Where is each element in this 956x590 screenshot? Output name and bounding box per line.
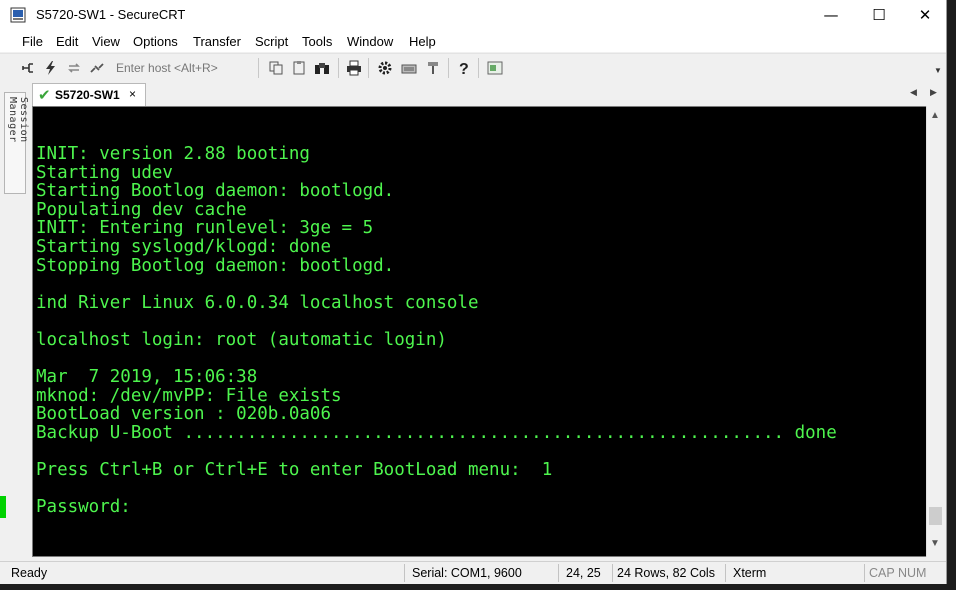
menu-help[interactable]: Help (409, 34, 436, 49)
status-emulation: Xterm (733, 566, 767, 580)
disconnect-icon[interactable] (89, 60, 105, 76)
session-manager-label: Session Manager (7, 97, 29, 143)
connect-icon[interactable] (20, 60, 36, 76)
sftp-icon[interactable] (425, 60, 441, 76)
toolbar-divider (338, 58, 339, 78)
toolbar-divider (258, 58, 259, 78)
session-manager-panel: Session Manager (0, 82, 29, 562)
terminal-line: BootLoad version : 020b.0a06 (36, 404, 332, 425)
menu-view[interactable]: View (92, 34, 120, 49)
scrollbar-thumb[interactable] (929, 507, 942, 525)
terminal-scrollbar[interactable]: ▲ ▼ (926, 106, 944, 557)
tab-scroll-right-icon[interactable]: ▶ (930, 87, 937, 98)
terminal-line: Starting syslogd/klogd: done (36, 236, 332, 257)
session-tab-bar: ✔ S5720-SW1 × ◀ ▶ (28, 82, 946, 106)
status-caps-lock: CAP (869, 566, 895, 580)
window-title: S5720-SW1 - SecureCRT (36, 7, 186, 22)
menu-edit[interactable]: Edit (56, 34, 78, 49)
svg-text:?: ? (459, 61, 469, 76)
print-icon[interactable] (346, 60, 362, 76)
terminal-line: Password: (36, 497, 131, 518)
terminal-line: Mar 7 2019, 15:06:38 (36, 367, 258, 388)
terminal-line: ind River Linux 6.0.0.34 localhost conso… (36, 292, 479, 313)
menu-file[interactable]: File (22, 34, 43, 49)
host-input[interactable]: Enter host <Alt+R> (110, 59, 256, 77)
toolbar-divider (478, 58, 479, 78)
title-bar[interactable]: S5720-SW1 - SecureCRT — ☐ ✕ (0, 0, 946, 30)
toolbar-divider (368, 58, 369, 78)
securecrt-app-icon (10, 7, 26, 23)
settings-icon[interactable] (377, 60, 393, 76)
menu-options[interactable]: Options (133, 34, 178, 49)
status-divider (725, 564, 726, 582)
keymap-icon[interactable] (401, 60, 417, 76)
scroll-up-icon[interactable]: ▲ (930, 110, 940, 121)
status-divider (612, 564, 613, 582)
tab-close-icon[interactable]: × (129, 87, 136, 101)
status-bar: Ready Serial: COM1, 9600 24, 25 24 Rows,… (0, 561, 946, 584)
terminal-line: Press Ctrl+B or Ctrl+E to enter BootLoad… (36, 460, 553, 481)
toolbar-overflow-icon[interactable]: ▼ (934, 66, 942, 75)
tab-s5720-sw1[interactable]: ✔ S5720-SW1 × (32, 83, 146, 106)
tab-label: S5720-SW1 (55, 88, 120, 102)
status-divider (558, 564, 559, 582)
copy-icon[interactable] (268, 60, 284, 76)
help-icon[interactable]: ? (456, 60, 472, 76)
menu-bar: File Edit View Options Transfer Script T… (0, 30, 946, 52)
terminal-line: Stopping Bootlog daemon: bootlogd. (36, 255, 395, 276)
paste-icon[interactable] (291, 60, 307, 76)
find-icon[interactable] (314, 60, 330, 76)
reconnect-icon[interactable] (66, 60, 82, 76)
terminal-screen[interactable]: INIT: version 2.88 booting Starting udev S… (32, 106, 928, 557)
menu-transfer[interactable]: Transfer (193, 34, 241, 49)
close-button[interactable]: ✕ (902, 0, 948, 30)
toolbar-divider (448, 58, 449, 78)
tab-scroll-left-icon[interactable]: ◀ (910, 87, 917, 98)
status-serial: Serial: COM1, 9600 (412, 566, 522, 580)
securecrt-window: S5720-SW1 - SecureCRT — ☐ ✕ File Edit Vi… (0, 0, 947, 584)
status-ready: Ready (11, 566, 48, 580)
toolbar: Enter host <Alt+R> ? ▼ (0, 53, 946, 82)
menu-window[interactable]: Window (347, 34, 393, 49)
terminal-line: Populating dev cache (36, 199, 247, 220)
background-window-edge (0, 496, 6, 518)
menu-tools[interactable]: Tools (302, 34, 332, 49)
terminal-line: INIT: version 2.88 booting (36, 144, 310, 164)
session-manager-tab[interactable]: Session Manager (4, 92, 29, 194)
status-divider (864, 564, 865, 582)
connected-check-icon: ✔ (38, 87, 51, 104)
terminal-line: INIT: Entering runlevel: 3ge = 5 (36, 218, 374, 239)
terminal-line: mknod: /dev/mvPP: File exists (36, 385, 342, 406)
status-cursor-position: 24, 25 (566, 566, 601, 580)
screen-icon[interactable] (487, 60, 503, 76)
terminal-line: Starting udev (36, 162, 173, 183)
status-terminal-size: 24 Rows, 82 Cols (617, 566, 715, 580)
maximize-button[interactable]: ☐ (856, 0, 902, 30)
menu-script[interactable]: Script (255, 34, 288, 49)
terminal-output: INIT: version 2.88 booting Starting udev S… (36, 145, 837, 517)
minimize-button[interactable]: — (808, 0, 854, 30)
status-num-lock: NUM (898, 566, 927, 580)
terminal-line: Starting Bootlog daemon: bootlogd. (36, 181, 395, 202)
terminal-line: Backup U-Boot ..........................… (36, 422, 837, 443)
quick-connect-icon[interactable] (42, 60, 58, 76)
scroll-down-icon[interactable]: ▼ (930, 538, 940, 549)
status-divider (404, 564, 405, 582)
terminal-line: localhost login: root (automatic login) (36, 329, 447, 350)
